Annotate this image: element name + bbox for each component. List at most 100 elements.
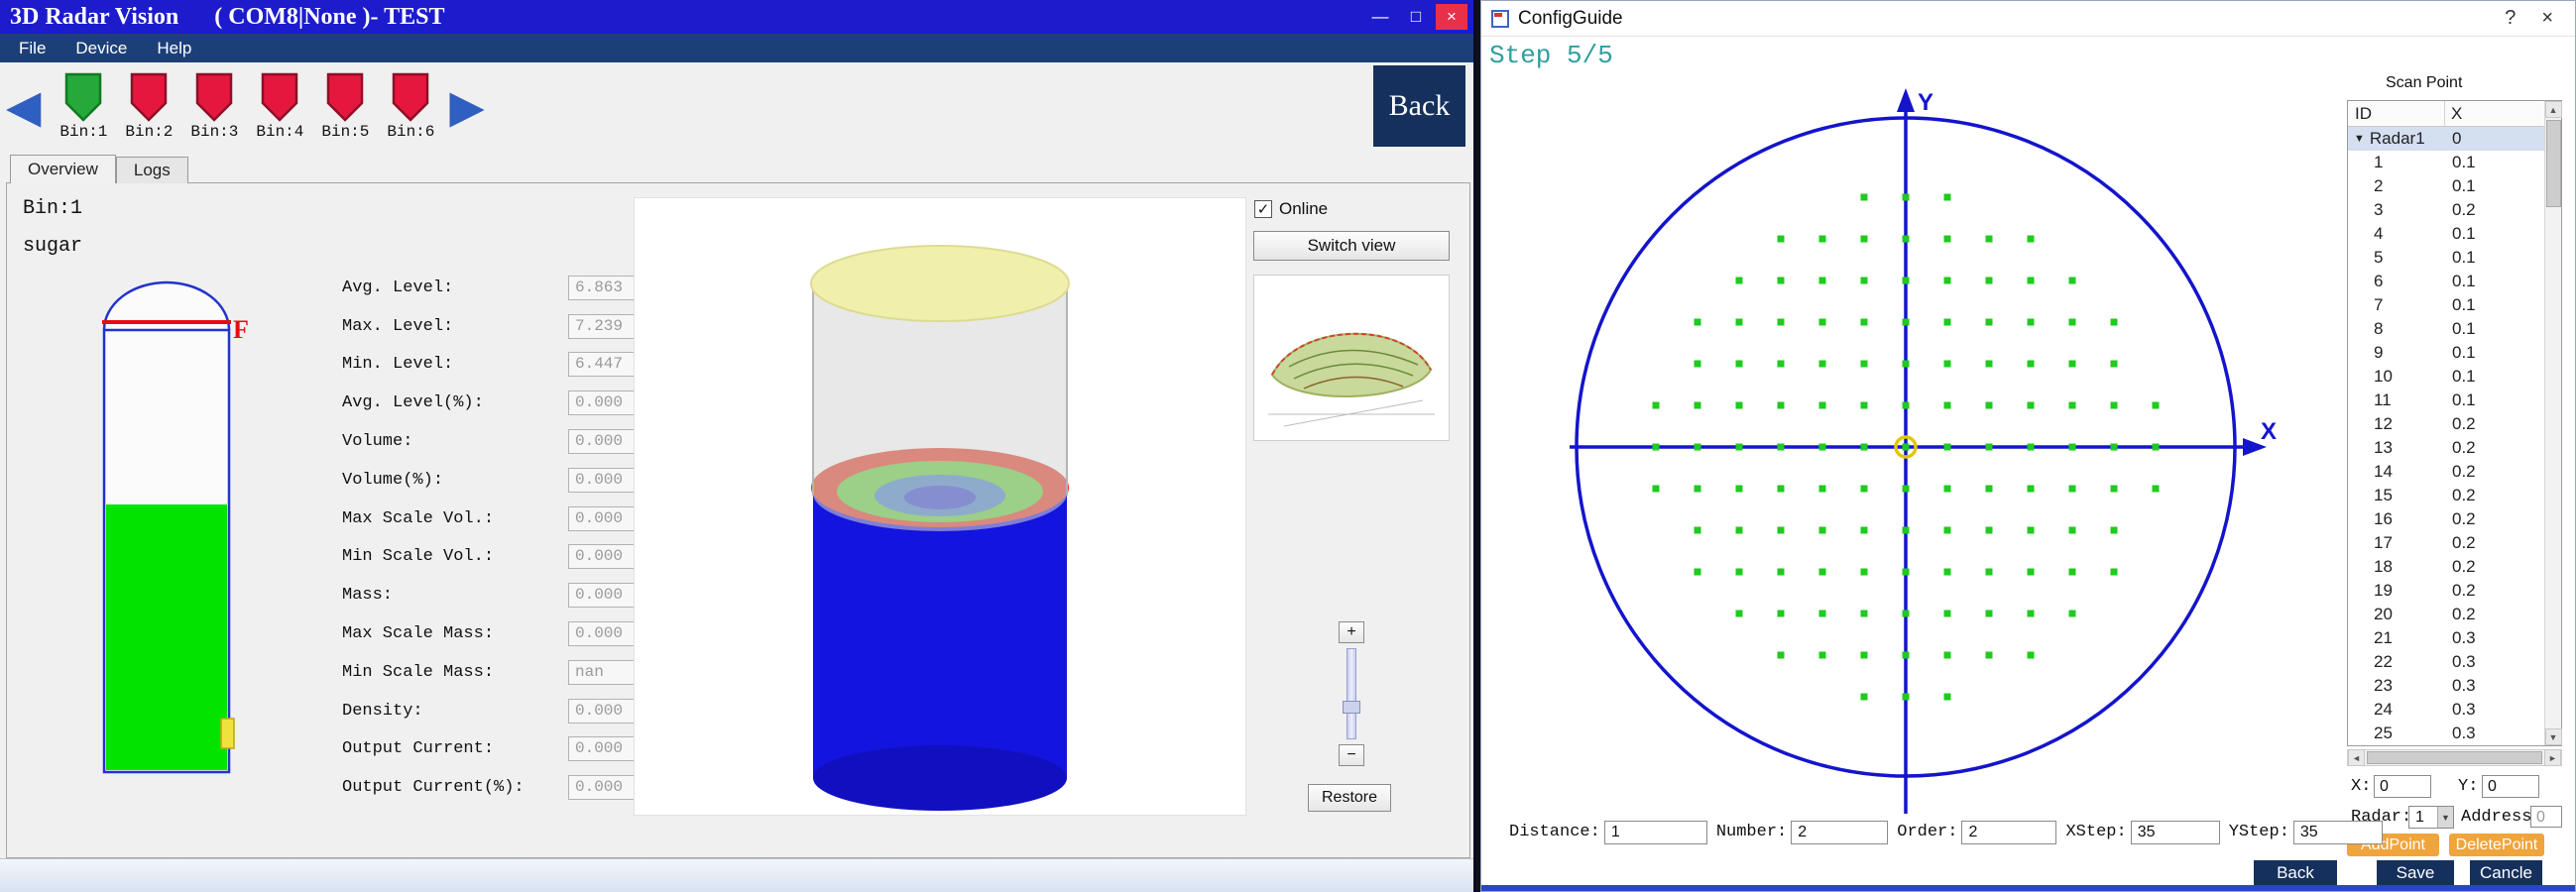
scan-row[interactable]: 40.1 xyxy=(2348,222,2544,246)
scan-row[interactable]: 120.2 xyxy=(2348,412,2544,436)
radar-select[interactable]: 1 ▼ xyxy=(2408,806,2454,829)
toolbar-bin-4[interactable]: Bin:4 xyxy=(247,72,312,141)
scan-parameters: Distance:1Number:2Order:2XStep:35YStep:3… xyxy=(1509,820,2392,844)
scan-row[interactable]: 250.3 xyxy=(2348,722,2544,745)
bin-icon xyxy=(260,72,299,122)
scan-row-group[interactable]: ▼Radar10 xyxy=(2348,127,2544,151)
maximize-icon[interactable]: □ xyxy=(1400,4,1432,30)
tab-logs[interactable]: Logs xyxy=(116,157,188,183)
minimize-icon[interactable]: — xyxy=(1364,4,1396,30)
dropdown-arrow-icon[interactable]: ▼ xyxy=(2437,807,2453,828)
scan-row-x: 0.1 xyxy=(2445,153,2544,172)
vertical-scrollbar[interactable]: ▲ ▼ xyxy=(2544,101,2561,745)
help-icon[interactable]: ? xyxy=(2505,7,2516,30)
save-button[interactable]: Save xyxy=(2377,860,2454,886)
field-label: Output Current(%): xyxy=(342,778,568,797)
scan-row[interactable]: 220.3 xyxy=(2348,650,2544,674)
scan-row[interactable]: 50.1 xyxy=(2348,246,2544,270)
zoom-slider-handle[interactable] xyxy=(1343,701,1360,714)
scroll-down-icon[interactable]: ▼ xyxy=(2545,728,2562,745)
zoom-slider-track[interactable] xyxy=(1347,648,1356,739)
toolbar-bin-1[interactable]: Bin:1 xyxy=(51,72,116,141)
param-input[interactable]: 35 xyxy=(2293,821,2383,844)
back-button[interactable]: Back xyxy=(1373,65,1465,147)
config-guide-window: ConfigGuide ? × Step 5/5 Y X Scan Point … xyxy=(1480,0,2576,892)
wizard-back-button[interactable]: Back xyxy=(2254,860,2337,886)
left-titlebar: 3D Radar Vision ( COM8|None )- TEST — □ … xyxy=(0,0,1473,34)
param-input[interactable]: 2 xyxy=(1791,821,1888,844)
cancel-button[interactable]: Cancle xyxy=(2470,860,2542,886)
toolbar-bin-3[interactable]: Bin:3 xyxy=(181,72,247,141)
scan-row[interactable]: 170.2 xyxy=(2348,531,2544,555)
param-input[interactable]: 2 xyxy=(1961,821,2056,844)
switch-view-button[interactable]: Switch view xyxy=(1253,231,1450,261)
scan-row-id: 24 xyxy=(2348,700,2445,720)
scan-row[interactable]: 160.2 xyxy=(2348,507,2544,531)
param-input[interactable]: 35 xyxy=(2131,821,2220,844)
scan-row[interactable]: 140.2 xyxy=(2348,460,2544,484)
scan-row[interactable]: 130.2 xyxy=(2348,436,2544,460)
scan-row[interactable]: 70.1 xyxy=(2348,293,2544,317)
right-titlebar: ConfigGuide ? × xyxy=(1481,1,2575,37)
scan-row[interactable]: 150.2 xyxy=(2348,484,2544,507)
y-coord-input[interactable]: 0 xyxy=(2482,775,2539,798)
surface-thumbnail[interactable] xyxy=(1253,275,1450,441)
scan-row[interactable]: 210.3 xyxy=(2348,626,2544,650)
status-bar xyxy=(0,858,1473,892)
scan-row[interactable]: 80.1 xyxy=(2348,317,2544,341)
scan-row[interactable]: 10.1 xyxy=(2348,151,2544,174)
x-coord-input[interactable]: 0 xyxy=(2374,775,2431,798)
scan-row-x: 0.2 xyxy=(2445,533,2544,553)
y-axis-arrow-icon xyxy=(1897,88,1915,112)
scan-row[interactable]: 30.2 xyxy=(2348,198,2544,222)
menu-file[interactable]: File xyxy=(4,34,60,62)
address-input[interactable]: 0 xyxy=(2530,806,2562,828)
scroll-right-icon[interactable]: ► xyxy=(2544,749,2561,766)
scan-row-x: 0.2 xyxy=(2445,509,2544,529)
scan-row[interactable]: 20.1 xyxy=(2348,174,2544,198)
column-header-id[interactable]: ID xyxy=(2348,101,2445,126)
tab-overview[interactable]: Overview xyxy=(10,155,116,183)
bin-3d-view[interactable] xyxy=(634,197,1246,816)
menu-device[interactable]: Device xyxy=(60,34,142,62)
delete-point-button[interactable]: DeletePoint xyxy=(2449,834,2544,856)
param-input[interactable]: 1 xyxy=(1604,821,1707,844)
toolbar-bin-2[interactable]: Bin:2 xyxy=(116,72,181,141)
level-marker[interactable] xyxy=(221,719,234,748)
toolbar-bin-6[interactable]: Bin:6 xyxy=(378,72,443,141)
scan-row-id: 22 xyxy=(2348,652,2445,672)
zoom-out-button[interactable]: − xyxy=(1339,744,1364,766)
scan-row[interactable]: 180.2 xyxy=(2348,555,2544,579)
left-window-title: 3D Radar Vision ( COM8|None )- TEST xyxy=(0,4,444,31)
close-icon[interactable]: × xyxy=(1436,4,1467,30)
right-window-title: ConfigGuide xyxy=(1518,8,1623,30)
menu-help[interactable]: Help xyxy=(142,34,206,62)
scan-row-id: 18 xyxy=(2348,557,2445,577)
prev-bin-arrow-icon[interactable]: ◀ xyxy=(0,83,47,129)
scan-row[interactable]: 110.1 xyxy=(2348,389,2544,412)
expander-icon[interactable]: ▼ xyxy=(2354,133,2365,145)
zoom-in-button[interactable]: + xyxy=(1339,621,1364,643)
scan-row[interactable]: 190.2 xyxy=(2348,579,2544,603)
horizontal-scroll-thumb[interactable] xyxy=(2367,751,2542,764)
scan-row-x: 0 xyxy=(2445,129,2544,149)
scan-row[interactable]: 240.3 xyxy=(2348,698,2544,722)
vertical-scroll-thumb[interactable] xyxy=(2546,120,2561,207)
param-group: Order:2 xyxy=(1897,821,2056,844)
scroll-up-icon[interactable]: ▲ xyxy=(2545,101,2562,118)
horizontal-scrollbar[interactable]: ◄ ► xyxy=(2347,749,2562,766)
scan-row[interactable]: 100.1 xyxy=(2348,365,2544,389)
toolbar-bin-5[interactable]: Bin:5 xyxy=(312,72,378,141)
scan-row[interactable]: 90.1 xyxy=(2348,341,2544,365)
online-checkbox[interactable]: ✓ xyxy=(1254,200,1272,218)
scan-row[interactable]: 230.3 xyxy=(2348,674,2544,698)
scan-row[interactable]: 60.1 xyxy=(2348,270,2544,293)
overview-panel: Bin:1 sugar F Avg. Level:6.863mMax. Leve… xyxy=(6,182,1470,858)
scroll-left-icon[interactable]: ◄ xyxy=(2348,749,2365,766)
scan-row-id: 14 xyxy=(2348,462,2445,482)
close-icon[interactable]: × xyxy=(2541,7,2553,30)
next-bin-arrow-icon[interactable]: ▶ xyxy=(443,83,490,129)
scan-row-x: 0.2 xyxy=(2445,581,2544,601)
restore-button[interactable]: Restore xyxy=(1308,784,1391,812)
scan-row[interactable]: 200.2 xyxy=(2348,603,2544,626)
